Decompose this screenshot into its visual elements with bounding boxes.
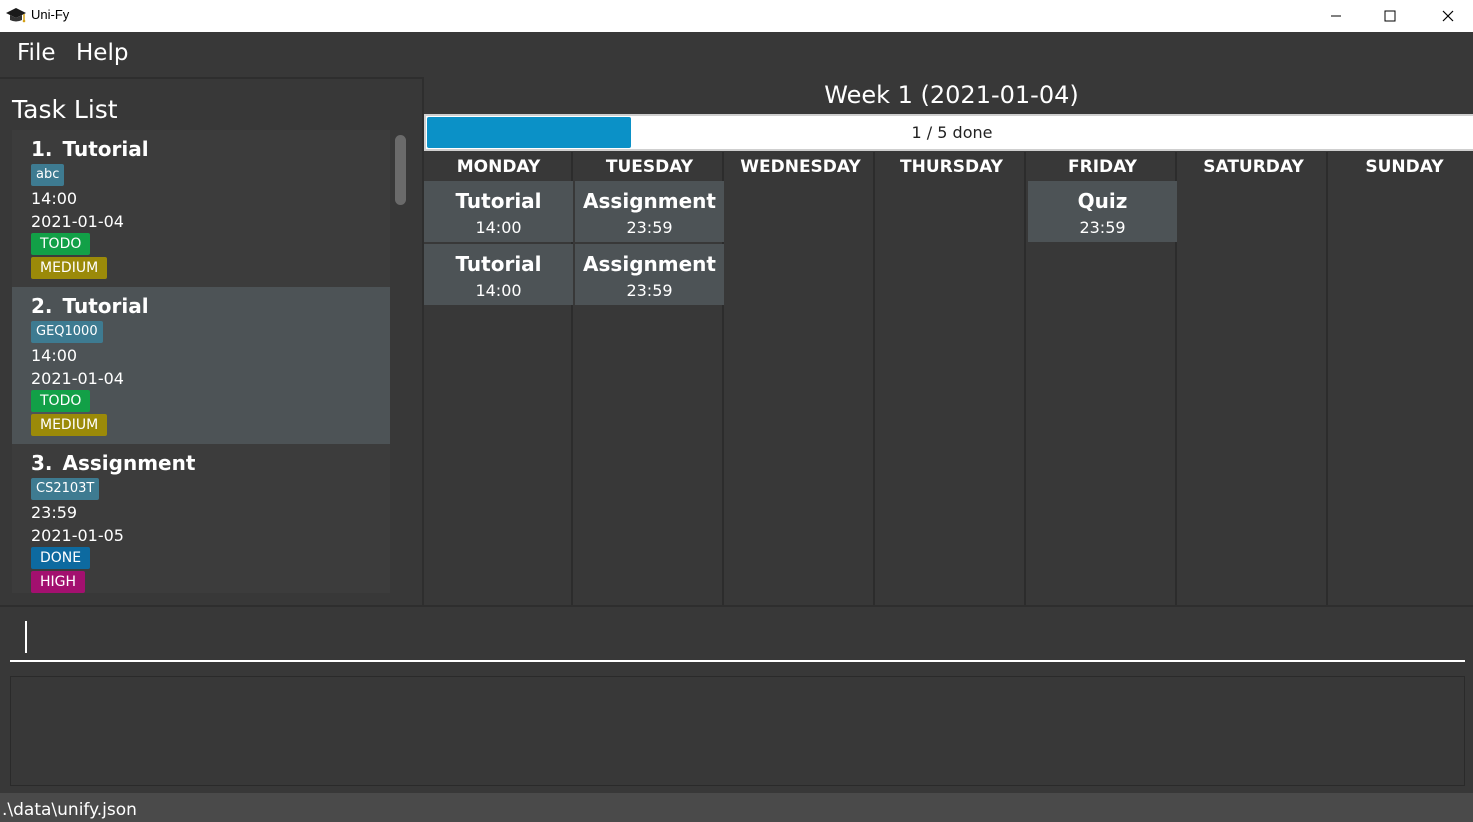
- event-name: Tutorial: [455, 252, 542, 276]
- calendar-event[interactable]: Tutorial 14:00: [424, 244, 573, 305]
- day-name: MONDAY: [456, 157, 541, 177]
- calendar-event[interactable]: Assignment 23:59: [575, 244, 724, 305]
- task-name: Tutorial: [62, 137, 149, 161]
- task-list[interactable]: 1. Tutorial abc 14:00 2021-01-04 TODO MED…: [12, 130, 390, 593]
- minimize-button[interactable]: [1313, 0, 1359, 32]
- task-name: Tutorial: [62, 294, 149, 318]
- minimize-icon: [1331, 15, 1341, 17]
- task-card[interactable]: 2. Tutorial GEQ1000 14:00 2021-01-04 TODO…: [12, 287, 390, 444]
- event-name: Tutorial: [455, 189, 542, 213]
- week-title: Week 1 (2021-01-04): [824, 81, 1079, 109]
- event-name: Assignment: [583, 189, 716, 213]
- task-index: 3.: [31, 451, 53, 475]
- close-icon: [1442, 10, 1454, 22]
- status-badge: DONE: [31, 547, 91, 569]
- task-date: 2021-01-05: [31, 526, 124, 545]
- task-list-panel: Task List 1. Tutorial abc 14:00 2021-01-0…: [0, 77, 424, 605]
- day-column-saturday: SATURDAY: [1179, 152, 1328, 605]
- task-time: 14:00: [31, 346, 78, 365]
- weekly-calendar-panel: Week 1 (2021-01-04) 1 / 5 done MONDAY Tu…: [424, 77, 1473, 605]
- status-bar: .\data\unify.json: [0, 793, 1473, 822]
- status-badge: TODO: [31, 390, 91, 412]
- task-index: 2.: [31, 294, 53, 318]
- priority-badge: MEDIUM: [31, 414, 108, 436]
- day-name: TUESDAY: [605, 157, 694, 177]
- task-heading: 3. Assignment: [31, 451, 195, 475]
- day-name: FRIDAY: [1068, 157, 1137, 177]
- task-date: 2021-01-04: [31, 212, 124, 231]
- calendar-event[interactable]: Tutorial 14:00: [424, 181, 573, 242]
- menu-help[interactable]: Help: [76, 40, 128, 66]
- event-time: 23:59: [626, 281, 673, 300]
- menu-file[interactable]: File: [17, 40, 56, 66]
- event-name: Assignment: [583, 252, 716, 276]
- data-file-path: .\data\unify.json: [2, 800, 137, 820]
- progress-text: 1 / 5 done: [911, 123, 993, 142]
- calendar-event[interactable]: Assignment 23:59: [575, 181, 724, 242]
- command-area: [0, 605, 1473, 667]
- task-heading: 2. Tutorial: [31, 294, 149, 318]
- menu-bar: File Help: [0, 32, 1473, 77]
- event-time: 23:59: [1079, 218, 1126, 237]
- day-name: WEDNESDAY: [740, 157, 861, 177]
- calendar-event[interactable]: Quiz 23:59: [1028, 181, 1177, 242]
- day-name: SUNDAY: [1365, 157, 1444, 177]
- graduation-cap-icon: [6, 8, 26, 23]
- window-title: Uni-Fy: [31, 7, 70, 22]
- day-name: THURSDAY: [900, 157, 1003, 177]
- task-date: 2021-01-04: [31, 369, 124, 388]
- result-display[interactable]: [10, 676, 1465, 786]
- day-column-thursday: THURSDAY: [877, 152, 1026, 605]
- day-column-wednesday: WEDNESDAY: [726, 152, 875, 605]
- text-caret: [25, 621, 27, 653]
- command-input[interactable]: [10, 617, 1465, 662]
- task-heading: 1. Tutorial: [31, 137, 149, 161]
- status-badge: TODO: [31, 233, 91, 255]
- maximize-icon: [1384, 10, 1396, 22]
- module-tag: CS2103T: [31, 478, 100, 500]
- maximize-button[interactable]: [1367, 0, 1413, 32]
- priority-badge: HIGH: [31, 571, 86, 593]
- event-time: 14:00: [475, 281, 522, 300]
- day-column-tuesday: TUESDAY Assignment 23:59 Assignment 23:5…: [575, 152, 724, 605]
- day-column-monday: MONDAY Tutorial 14:00 Tutorial 14:00: [424, 152, 573, 605]
- task-time: 14:00: [31, 189, 78, 208]
- task-list-scrollbar[interactable]: [392, 130, 408, 593]
- task-time: 23:59: [31, 503, 78, 522]
- event-name: Quiz: [1077, 189, 1128, 213]
- priority-badge: MEDIUM: [31, 257, 108, 279]
- task-list-title: Task List: [12, 95, 118, 124]
- task-card[interactable]: 1. Tutorial abc 14:00 2021-01-04 TODO MED…: [12, 130, 390, 287]
- day-column-sunday: SUNDAY: [1330, 152, 1473, 605]
- event-time: 14:00: [475, 218, 522, 237]
- day-name: SATURDAY: [1203, 157, 1304, 177]
- task-card[interactable]: 3. Assignment CS2103T 23:59 2021-01-05 DO…: [12, 444, 390, 593]
- module-tag: abc: [31, 164, 65, 186]
- task-name: Assignment: [62, 451, 196, 475]
- window-titlebar: Uni-Fy: [0, 0, 1473, 32]
- day-column-friday: FRIDAY Quiz 23:59: [1028, 152, 1177, 605]
- scrollbar-thumb[interactable]: [395, 135, 406, 205]
- close-button[interactable]: [1425, 0, 1471, 32]
- event-time: 23:59: [626, 218, 673, 237]
- module-tag: GEQ1000: [31, 321, 103, 343]
- progress-bar: 1 / 5 done: [424, 114, 1473, 151]
- task-index: 1.: [31, 137, 53, 161]
